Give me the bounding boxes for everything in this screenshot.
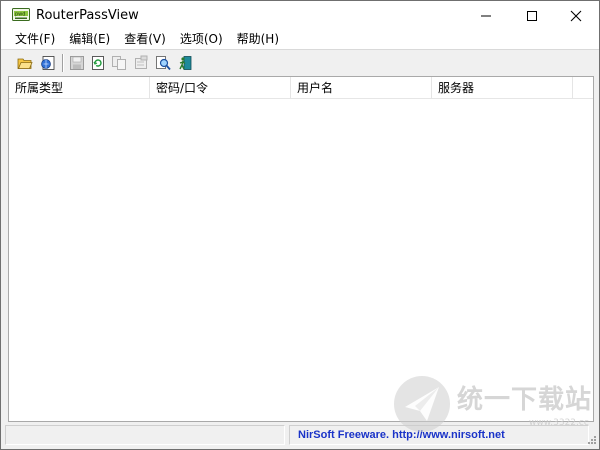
open-button[interactable] — [15, 53, 35, 73]
list-header: 所属类型 密码/口令 用户名 服务器 — [9, 77, 593, 99]
refresh-icon — [92, 56, 104, 70]
maximize-button[interactable] — [509, 1, 555, 31]
column-header-server[interactable]: 服务器 — [432, 77, 573, 99]
save-icon — [70, 56, 84, 70]
maximize-icon — [527, 11, 537, 21]
copy-icon — [112, 56, 126, 70]
close-icon — [570, 10, 582, 22]
close-button[interactable] — [553, 1, 599, 31]
toolbar-separator — [62, 54, 64, 72]
watermark-text: 统一下载站 — [457, 385, 593, 415]
column-header-type[interactable]: 所属类型 — [9, 77, 150, 99]
menu-view[interactable]: 查看(V) — [117, 30, 173, 49]
watermark-logo-icon — [394, 376, 450, 432]
app-window: pwd RouterPassView 文件(F) 编辑(E) 查看(V) 选项(… — [0, 0, 600, 450]
title-bar[interactable]: pwd RouterPassView — [1, 1, 599, 31]
svg-text:pwd: pwd — [15, 12, 25, 18]
minimize-icon — [481, 15, 491, 17]
html-report-button[interactable] — [38, 53, 58, 73]
watermark-subtext: www.3322.cc — [529, 418, 589, 428]
find-icon — [156, 56, 171, 71]
status-pane-items — [5, 425, 285, 445]
save-button[interactable] — [67, 53, 87, 73]
open-folder-icon — [17, 58, 33, 69]
watermark: 统一下载站 www.3322.cc — [389, 371, 593, 443]
routerpassview-app-icon[interactable]: pwd — [12, 7, 30, 23]
toolbar — [1, 49, 599, 75]
menu-bar: 文件(F) 编辑(E) 查看(V) 选项(O) 帮助(H) — [1, 30, 599, 49]
menu-file[interactable]: 文件(F) — [8, 30, 62, 49]
exit-icon — [179, 56, 192, 70]
menu-edit[interactable]: 编辑(E) — [62, 30, 117, 49]
column-header-password[interactable]: 密码/口令 — [150, 77, 291, 99]
window-title: RouterPassView — [36, 8, 139, 23]
open-html-icon — [41, 56, 55, 70]
minimize-button[interactable] — [463, 1, 509, 31]
properties-icon — [135, 55, 148, 69]
refresh-button[interactable] — [88, 53, 108, 73]
menu-help[interactable]: 帮助(H) — [230, 30, 286, 49]
exit-button[interactable] — [175, 53, 195, 73]
find-button[interactable] — [153, 53, 173, 73]
copy-button[interactable] — [109, 53, 129, 73]
properties-button[interactable] — [131, 53, 151, 73]
column-header-username[interactable]: 用户名 — [291, 77, 432, 99]
menu-options[interactable]: 选项(O) — [173, 30, 230, 49]
